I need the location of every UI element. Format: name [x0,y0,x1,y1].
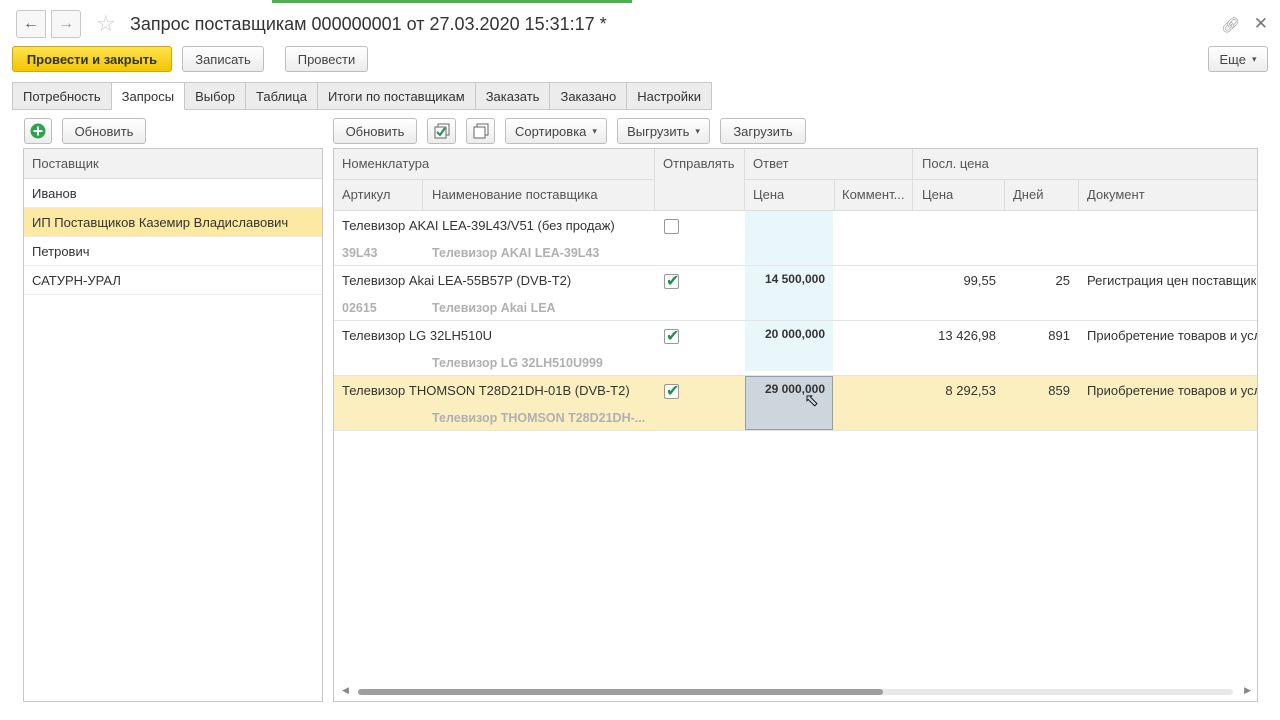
row-days: 859 [1048,383,1070,398]
export-button[interactable]: Выгрузить [617,118,710,144]
supplier-column-header[interactable]: Поставщик [24,149,322,179]
tab-requests[interactable]: Запросы [111,82,186,110]
header-send[interactable]: Отправлять [663,156,735,171]
back-arrow-icon[interactable]: ← [16,10,46,38]
row-nomenclature: Телевизор Akai LEA-55B57P (DVB-T2) [342,273,572,288]
scroll-left-icon[interactable]: ◀ [342,685,349,696]
tab-supplier-totals[interactable]: Итоги по поставщикам [317,82,476,110]
header-article[interactable]: Артикул [342,187,390,202]
send-checkbox[interactable] [664,326,679,346]
import-button[interactable]: Загрузить [720,118,806,144]
row-nomenclature: Телевизор AKAI LEA-39L43/V51 (без продаж… [342,218,615,233]
row-last-price: 99,55 [963,273,996,288]
row-document[interactable]: Регистрация цен поставщика [1087,273,1257,288]
post-and-close-button[interactable]: Провести и закрыть [12,46,172,72]
supplier-row-selected[interactable]: ИП Поставщиков Каземир Владиславович [24,208,322,237]
grid-header: Номенклатура Отправлять Ответ Посл. цена… [334,149,1257,211]
more-label: Еще [1219,51,1246,67]
row-article: 39L43 [342,246,378,260]
table-row[interactable]: Телевизор LG 32LH510U Телевизор LG 32LH5… [334,321,1257,376]
close-icon[interactable]: ✕ [1254,14,1268,34]
send-checkbox[interactable] [664,219,679,234]
row-price[interactable]: 20 000,000 [745,327,825,341]
right-refresh-button[interactable]: Обновить [333,118,417,144]
tab-table[interactable]: Таблица [246,82,318,110]
uncheck-all-button[interactable] [466,118,495,144]
sort-button[interactable]: Сортировка [505,118,607,144]
more-button[interactable]: Еще [1208,46,1268,72]
post-button[interactable]: Провести [285,46,368,72]
send-checkbox[interactable] [664,271,679,291]
tab-need[interactable]: Потребность [12,82,112,110]
check-all-icon [434,123,449,139]
check-all-button[interactable] [427,118,456,144]
window-top-border [0,0,1280,4]
header-document[interactable]: Документ [1087,187,1145,202]
tab-bar: Потребность Запросы Выбор Таблица Итоги … [12,82,712,110]
row-last-price: 8 292,53 [945,383,996,398]
row-article: 02615 [342,301,377,315]
horizontal-scrollbar[interactable]: ◀ ▶ [342,685,1251,696]
scroll-right-icon[interactable]: ▶ [1244,685,1251,696]
active-window-indicator [272,0,632,3]
row-days: 891 [1048,328,1070,343]
mouse-cursor-icon: ⬁ [804,390,820,410]
add-icon [30,123,46,139]
row-last-price: 13 426,98 [938,328,996,343]
title-bar: ← → ☆ Запрос поставщикам 000000001 от 27… [0,6,1280,42]
row-supplier-name: Телевизор LG 32LH510U999 [432,356,603,370]
supplier-row[interactable]: Петрович [24,237,322,266]
row-supplier-name: Телевизор Akai LEA [432,301,556,315]
table-row[interactable]: Телевизор Akai LEA-55B57P (DVB-T2) 02615… [334,266,1257,321]
row-nomenclature: Телевизор THOMSON T28D21DH-01B (DVB-T2) [342,383,630,398]
sort-label: Сортировка [515,123,587,139]
export-label: Выгрузить [627,123,690,139]
row-document[interactable]: Приобретение товаров и услуг [1087,383,1257,398]
row-supplier-name: Телевизор THOMSON T28D21DH-... [432,411,646,425]
header-last-price[interactable]: Посл. цена [922,156,989,171]
header-comment[interactable]: Коммент... [842,187,912,202]
request-grid: Номенклатура Отправлять Ответ Посл. цена… [333,148,1258,702]
supplier-row[interactable]: САТУРН-УРАЛ [24,266,322,295]
table-row-selected[interactable]: Телевизор THOMSON T28D21DH-01B (DVB-T2) … [334,376,1257,431]
left-refresh-button[interactable]: Обновить [62,118,146,144]
tab-choice[interactable]: Выбор [185,82,246,110]
row-nomenclature: Телевизор LG 32LH510U [342,328,492,343]
uncheck-all-icon [473,123,488,139]
header-supplier-name[interactable]: Наименование поставщика [432,187,598,202]
tab-order[interactable]: Заказать [475,82,551,110]
save-button[interactable]: Записать [182,46,264,72]
row-supplier-name: Телевизор AKAI LEA-39L43 [432,246,600,260]
header-nomenclature[interactable]: Номенклатура [342,156,429,171]
star-icon[interactable]: ☆ [96,11,116,37]
row-days: 25 [1055,273,1070,288]
send-checkbox[interactable] [664,381,679,401]
header-last-price-value[interactable]: Цена [922,187,953,202]
page-title: Запрос поставщикам 000000001 от 27.03.20… [130,14,607,34]
supplier-row[interactable]: Иванов [24,179,322,208]
supplier-list: Поставщик Иванов ИП Поставщиков Каземир … [23,148,323,702]
add-supplier-button[interactable] [24,118,52,144]
tab-settings[interactable]: Настройки [627,82,712,110]
table-row[interactable]: Телевизор AKAI LEA-39L43/V51 (без продаж… [334,211,1257,266]
header-price[interactable]: Цена [753,187,784,202]
tab-ordered[interactable]: Заказано [550,82,628,110]
scroll-thumb[interactable] [358,689,883,695]
row-price[interactable]: 14 500,000 [745,272,825,286]
header-answer[interactable]: Ответ [753,156,789,171]
link-icon[interactable]: 🔗︎ [1221,16,1240,34]
header-days[interactable]: Дней [1013,187,1043,202]
forward-arrow-icon[interactable]: → [51,10,81,38]
row-document[interactable]: Приобретение товаров и услуг [1087,328,1257,343]
